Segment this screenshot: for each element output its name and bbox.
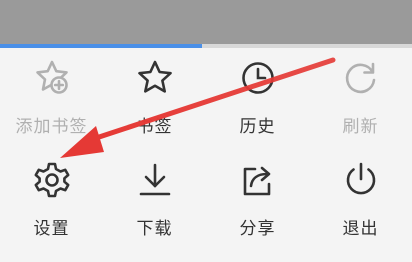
menu-item-label: 书签 [136,117,173,137]
menu-item-history[interactable]: 历史 [206,48,309,146]
clock-icon [238,58,278,98]
menu-item-label: 退出 [342,219,379,239]
power-icon [341,160,381,200]
menu-item-label: 刷新 [342,117,379,137]
menu-item-exit[interactable]: 退出 [309,150,412,248]
menu-item-refresh[interactable]: 刷新 [309,48,412,146]
star-icon [135,58,175,98]
refresh-icon [341,58,381,98]
gear-icon [32,160,72,200]
menu-item-share[interactable]: 分享 [206,150,309,248]
menu-item-add-bookmark[interactable]: 添加书签 [0,48,103,146]
top-bar [0,0,412,44]
menu-item-label: 添加书签 [15,117,88,137]
menu-item-bookmarks[interactable]: 书签 [103,48,206,146]
browser-menu-panel: 添加书签 书签 历史 刷新 设置 下载 分享 退出 [0,48,412,262]
menu-item-label: 历史 [239,117,276,137]
share-icon [238,160,278,200]
menu-item-downloads[interactable]: 下载 [103,150,206,248]
menu-item-label: 下载 [136,219,173,239]
download-icon [135,160,175,200]
add-bookmark-icon [32,58,72,98]
menu-item-label: 设置 [33,219,70,239]
menu-item-label: 分享 [239,219,276,239]
menu-item-settings[interactable]: 设置 [0,150,103,248]
